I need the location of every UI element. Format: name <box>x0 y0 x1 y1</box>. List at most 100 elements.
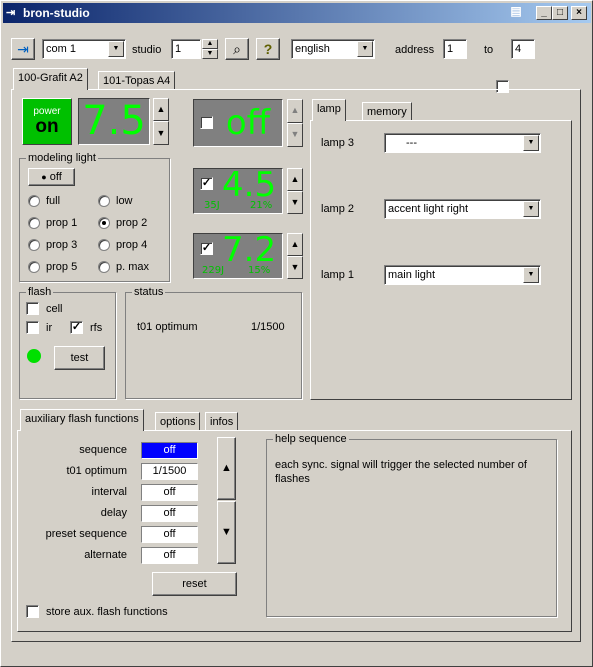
printer-icon[interactable]: ▤ <box>507 5 525 20</box>
aux-row-value[interactable]: 1/1500 <box>141 463 198 480</box>
cell-checkbox[interactable] <box>26 302 39 315</box>
lamp-select-value: --- <box>406 137 417 149</box>
status-value: 1/1500 <box>251 321 285 333</box>
chevron-down-icon[interactable]: ▼ <box>523 201 539 217</box>
store-aux-checkbox[interactable] <box>26 605 39 618</box>
aux-row-label: alternate <box>84 549 127 561</box>
record-icon: ● <box>41 172 47 182</box>
channel-b-energy: 229J <box>202 265 225 276</box>
generator-checkbox[interactable] <box>200 116 213 129</box>
aux-row-label: interval <box>91 486 127 498</box>
channel-b-ratio: 15% <box>248 265 271 276</box>
reset-button[interactable]: reset <box>152 572 237 596</box>
modeling-radio[interactable] <box>98 261 110 273</box>
rfs-label: rfs <box>90 322 103 334</box>
aux-up-icon[interactable]: ▲ <box>217 437 236 500</box>
channel-b-up-icon[interactable]: ▲ <box>287 233 303 256</box>
test-button[interactable]: test <box>54 346 105 370</box>
chevron-down-icon[interactable]: ▼ <box>357 41 373 57</box>
power-down-icon[interactable]: ▼ <box>153 121 169 145</box>
channel-a-value: 4.5 <box>222 165 277 205</box>
power-button[interactable]: power on <box>22 98 72 145</box>
studio-input[interactable]: 1 <box>171 39 201 59</box>
chevron-down-icon[interactable]: ▼ <box>523 267 539 283</box>
power-value-display: 7.5 <box>78 98 150 145</box>
lamp-label: lamp 3 <box>321 137 355 149</box>
language-select[interactable]: english ▼ <box>291 39 375 59</box>
tab-aux-flash[interactable]: auxiliary flash functions <box>20 409 144 431</box>
lamp-select-value: main light <box>388 269 436 281</box>
exit-icon[interactable]: ⇥ <box>11 38 35 60</box>
tab-options[interactable]: options <box>155 412 201 431</box>
channel-a-display: 4.5 35J 21% <box>193 165 283 214</box>
help-icon[interactable]: ? <box>256 38 280 60</box>
maximize-icon[interactable]: □ <box>552 6 568 20</box>
chevron-down-icon[interactable]: ▼ <box>523 135 539 151</box>
channel-a-energy: 35J <box>204 200 220 211</box>
language-select-value: english <box>295 43 330 55</box>
port-select[interactable]: com 1 ▼ <box>42 39 126 59</box>
generator-down-icon[interactable]: ▼ <box>287 123 303 147</box>
aux-row-value[interactable]: off <box>141 484 198 501</box>
close-icon[interactable]: × <box>571 6 587 20</box>
chevron-down-icon[interactable]: ▼ <box>108 41 124 57</box>
modeling-radio[interactable] <box>98 195 110 207</box>
channel-b-value: 7.2 <box>222 230 277 270</box>
modeling-radio[interactable] <box>28 261 40 273</box>
channel-a-up-icon[interactable]: ▲ <box>287 168 303 191</box>
search-icon[interactable]: ⌕ <box>225 38 249 60</box>
address-from-input[interactable]: 1 <box>443 39 467 59</box>
channel-a-down-icon[interactable]: ▼ <box>287 191 303 214</box>
modeling-option-label: p. max <box>116 261 150 273</box>
tab-infos[interactable]: infos <box>205 412 239 431</box>
channel-a-ratio: 21% <box>250 200 273 211</box>
modeling-light-title: modeling light <box>26 151 98 165</box>
tab-lamp[interactable]: lamp <box>312 99 346 121</box>
modeling-radio[interactable] <box>28 217 40 229</box>
modeling-radio[interactable] <box>98 217 110 229</box>
lamp-select[interactable]: accent light right ▼ <box>384 199 541 219</box>
channel-b-checkbox[interactable]: ✓ <box>200 242 213 255</box>
modeling-option-label: prop 3 <box>46 239 78 251</box>
aux-row-label: sequence <box>79 444 127 456</box>
aux-row-value[interactable]: off <box>141 442 198 459</box>
tab-device-1[interactable]: 100-Grafit A2 <box>13 68 88 90</box>
aux-row-value[interactable]: off <box>141 505 198 522</box>
modeling-radio[interactable] <box>98 239 110 251</box>
generator-up-icon[interactable]: ▲ <box>287 99 303 123</box>
lamp-label: lamp 1 <box>321 269 355 281</box>
minimize-icon[interactable]: _ <box>536 6 552 20</box>
aux-row-label: preset sequence <box>45 528 127 540</box>
lamp-select[interactable]: main light ▼ <box>384 265 541 285</box>
modeling-off-button[interactable]: ● off <box>28 168 75 186</box>
modeling-option-label: prop 5 <box>46 261 78 273</box>
window-title: bron-studio <box>23 6 90 20</box>
studio-down-icon[interactable]: ▼ <box>202 49 218 59</box>
modeling-radio[interactable] <box>28 239 40 251</box>
tab-device-2[interactable]: 101-Topas A4 <box>98 71 176 90</box>
address-to-input[interactable]: 4 <box>511 39 535 59</box>
aux-row-label: delay <box>100 507 127 519</box>
aux-row-value[interactable]: off <box>141 526 198 543</box>
flash-ready-indicator <box>27 349 41 363</box>
aux-row-value[interactable]: off <box>141 547 198 564</box>
studio-up-icon[interactable]: ▲ <box>202 39 218 49</box>
modeling-radio[interactable] <box>28 195 40 207</box>
aux-down-icon[interactable]: ▼ <box>217 501 236 564</box>
generator-display-value: off <box>225 103 271 143</box>
modeling-option-label: prop 1 <box>46 217 78 229</box>
tab-memory[interactable]: memory <box>362 102 412 121</box>
lamp-label: lamp 2 <box>321 203 355 215</box>
channel-a-checkbox[interactable]: ✓ <box>200 177 213 190</box>
status-label: t01 optimum <box>137 321 198 333</box>
lamp-panel <box>310 120 572 400</box>
status-title: status <box>132 285 166 299</box>
lamp-select[interactable]: --- ▼ <box>384 133 541 153</box>
channel-b-down-icon[interactable]: ▼ <box>287 256 303 279</box>
rfs-checkbox[interactable]: ✓ <box>70 321 83 334</box>
channel-b-display: 7.2 229J 15% <box>193 230 283 279</box>
cell-label: cell <box>46 303 63 315</box>
ir-checkbox[interactable] <box>26 321 39 334</box>
power-up-icon[interactable]: ▲ <box>153 98 169 121</box>
aux-row-label: t01 optimum <box>66 465 127 477</box>
